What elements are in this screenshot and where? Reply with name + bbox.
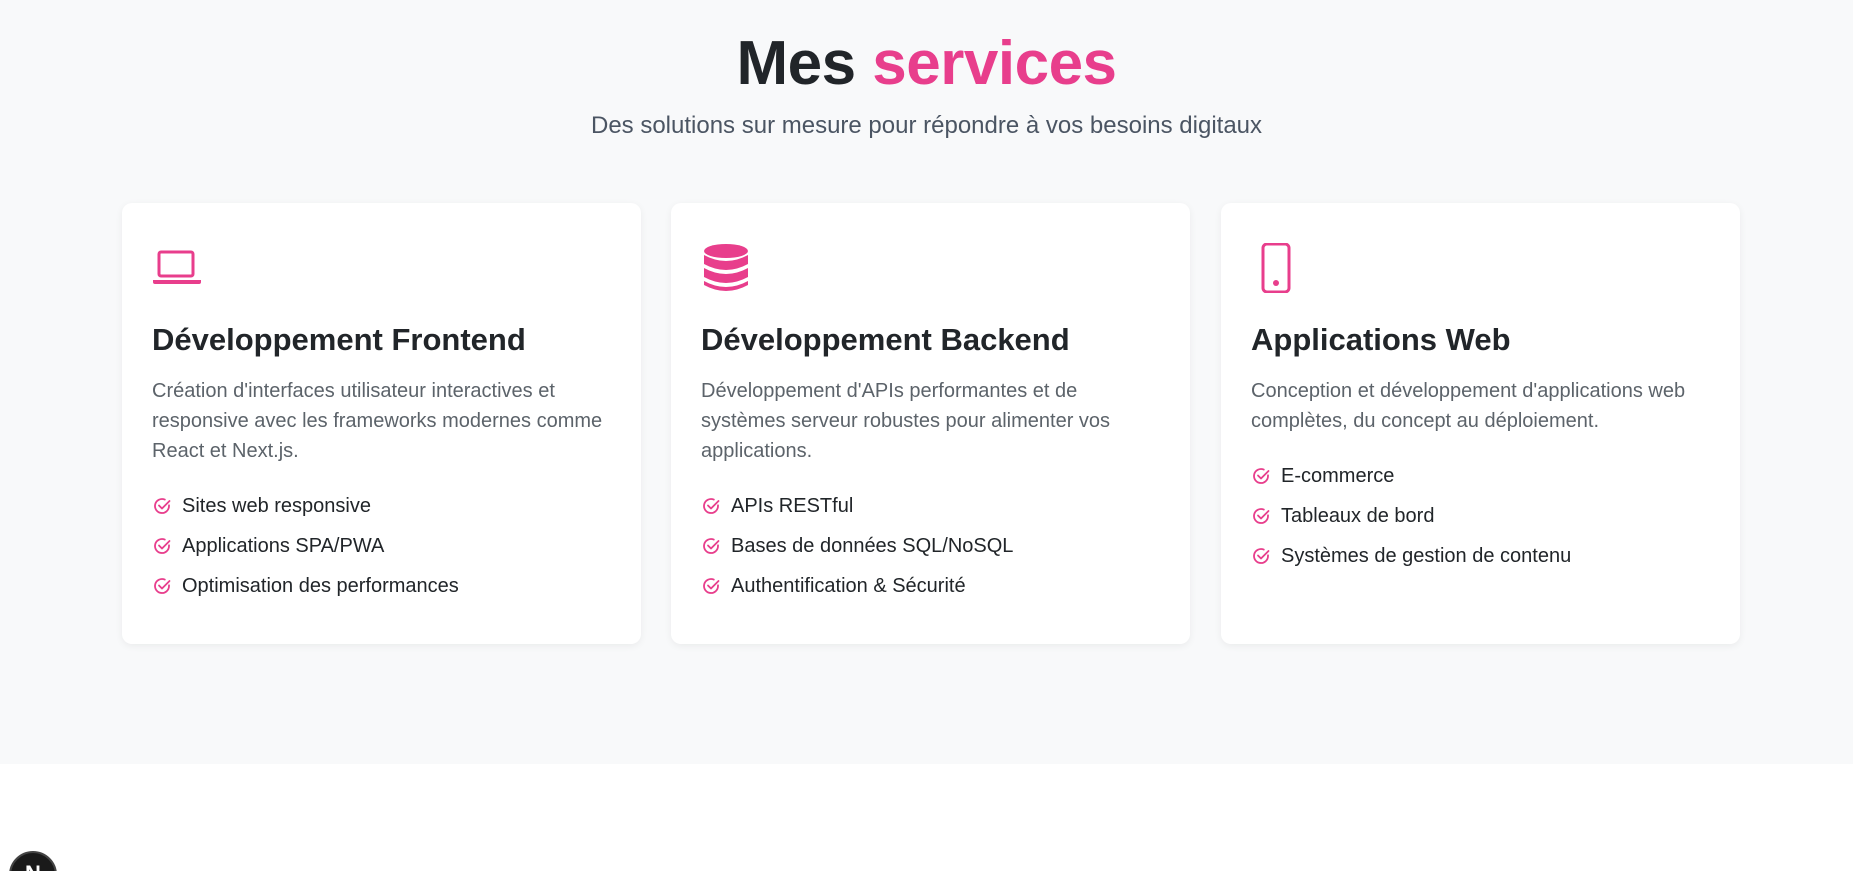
feature-list: Sites web responsive Applications SPA/PW… bbox=[152, 486, 611, 606]
feature-item: E-commerce bbox=[1251, 456, 1710, 496]
check-circle-icon bbox=[703, 578, 720, 594]
feature-label: Tableaux de bord bbox=[1281, 504, 1435, 527]
card-description: Conception et développement d'applicatio… bbox=[1251, 380, 1686, 432]
service-card-webapps: Applications Web Conception et développe… bbox=[1221, 203, 1740, 644]
check-circle-icon bbox=[1253, 468, 1270, 484]
card-title: Développement Backend bbox=[701, 322, 1070, 357]
feature-label: Authentification & Sécurité bbox=[731, 574, 966, 597]
check-circle-icon bbox=[154, 498, 171, 514]
feature-label: Optimisation des performances bbox=[182, 574, 459, 597]
card-title: Développement Frontend bbox=[152, 322, 526, 357]
check-circle-icon bbox=[154, 578, 171, 594]
mobile-icon bbox=[1261, 243, 1291, 293]
laptop-icon bbox=[153, 250, 201, 284]
title-main: Mes bbox=[736, 29, 856, 98]
card-description: Création d'interfaces utilisateur intera… bbox=[152, 380, 603, 462]
database-icon bbox=[704, 244, 748, 291]
feature-item: Applications SPA/PWA bbox=[152, 526, 611, 566]
feature-label: E-commerce bbox=[1281, 464, 1395, 487]
section-title: Mes services bbox=[0, 28, 1853, 100]
feature-item: APIs RESTful bbox=[701, 486, 1160, 526]
check-circle-icon bbox=[154, 538, 171, 554]
card-title: Applications Web bbox=[1251, 322, 1511, 357]
check-circle-icon bbox=[1253, 548, 1270, 564]
badge-label: N bbox=[25, 861, 41, 871]
check-circle-icon bbox=[703, 498, 720, 514]
check-circle-icon bbox=[1253, 508, 1270, 524]
feature-label: Systèmes de gestion de contenu bbox=[1281, 544, 1572, 567]
feature-item: Bases de données SQL/NoSQL bbox=[701, 526, 1160, 566]
check-circle-icon bbox=[703, 538, 720, 554]
feature-item: Systèmes de gestion de contenu bbox=[1251, 536, 1710, 576]
card-description: Développement d'APIs performantes et de … bbox=[701, 380, 1111, 462]
feature-list: APIs RESTful Bases de données SQL/NoSQL … bbox=[701, 486, 1160, 606]
feature-label: Sites web responsive bbox=[182, 494, 371, 517]
title-accent: services bbox=[872, 29, 1117, 98]
feature-item: Tableaux de bord bbox=[1251, 496, 1710, 536]
feature-label: Bases de données SQL/NoSQL bbox=[731, 534, 1014, 557]
services-section: Mes services Des solutions sur mesure po… bbox=[0, 0, 1853, 764]
section-subtitle: Des solutions sur mesure pour répondre à… bbox=[590, 112, 1263, 139]
nextjs-dev-badge[interactable]: N bbox=[9, 851, 57, 871]
feature-item: Optimisation des performances bbox=[152, 566, 611, 606]
feature-label: APIs RESTful bbox=[731, 494, 854, 517]
feature-item: Authentification & Sécurité bbox=[701, 566, 1160, 606]
feature-label: Applications SPA/PWA bbox=[182, 534, 385, 557]
feature-item: Sites web responsive bbox=[152, 486, 611, 526]
feature-list: E-commerce Tableaux de bord Systèmes de … bbox=[1251, 456, 1710, 576]
service-card-frontend: Développement Frontend Création d'interf… bbox=[122, 203, 641, 644]
service-card-backend: Développement Backend Développement d'AP… bbox=[671, 203, 1190, 644]
